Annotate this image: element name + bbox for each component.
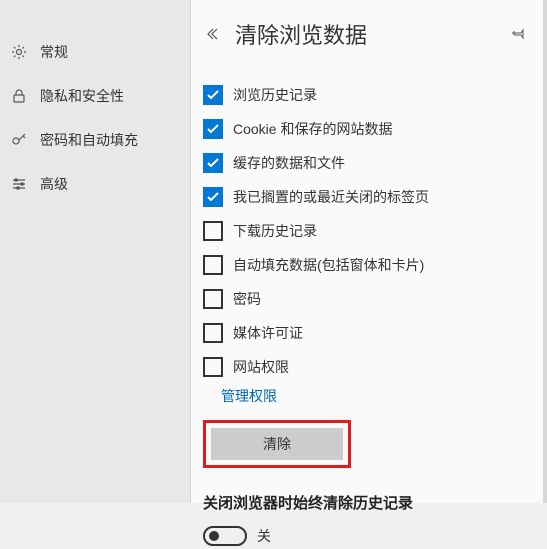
checkbox-row[interactable]: 媒体许可证 (203, 316, 535, 350)
checkbox[interactable] (203, 289, 223, 309)
main-panel: 清除浏览数据 浏览历史记录 Cookie 和保存的网站数据缓存的数据和文件我已搁置… (190, 0, 547, 503)
sidebar-item-label: 常规 (40, 42, 68, 62)
checkbox-row[interactable]: 网站权限 (203, 350, 535, 384)
key-icon (10, 131, 28, 149)
panel-header: 清除浏览数据 (191, 0, 547, 70)
checkbox-label: 自动填充数据(包括窗体和卡片) (233, 255, 424, 275)
checkbox-row[interactable]: 密码 (203, 282, 535, 316)
checkbox[interactable] (203, 85, 223, 105)
gear-icon (10, 43, 28, 61)
checkbox[interactable] (203, 357, 223, 377)
checkbox[interactable] (203, 221, 223, 241)
checkbox-row[interactable]: 下载历史记录 (203, 214, 535, 248)
sidebar-item-passwords[interactable]: 密码和自动填充 (0, 118, 190, 162)
checkbox-row[interactable]: 浏览历史记录 (203, 78, 535, 112)
checkbox-label: 密码 (233, 289, 261, 309)
sidebar-item-general[interactable]: 常规 (0, 30, 190, 74)
settings-sidebar: 常规 隐私和安全性 密码和自动填充 高级 (0, 0, 190, 503)
checkbox-label: 浏览历史记录 (233, 85, 317, 105)
checkbox-label: Cookie 和保存的网站数据 (233, 119, 392, 139)
checkbox[interactable] (203, 119, 223, 139)
panel-title: 清除浏览数据 (235, 18, 509, 50)
toggle-knob (209, 531, 219, 541)
checkbox[interactable] (203, 255, 223, 275)
auto-clear-toggle-row: 关 (191, 523, 547, 549)
sidebar-item-label: 密码和自动填充 (40, 130, 138, 150)
checkbox-row[interactable]: 我已搁置的或最近关闭的标签页 (203, 180, 535, 214)
back-button[interactable] (203, 24, 225, 44)
sidebar-item-advanced[interactable]: 高级 (0, 162, 190, 206)
sliders-icon (10, 175, 28, 193)
auto-clear-section-title: 关闭浏览器时始终清除历史记录 (191, 484, 547, 523)
clear-button[interactable]: 清除 (211, 428, 343, 460)
clear-options-list: 浏览历史记录 Cookie 和保存的网站数据缓存的数据和文件我已搁置的或最近关闭的… (191, 70, 547, 384)
checkbox-row[interactable]: 自动填充数据(包括窗体和卡片) (203, 248, 535, 282)
sidebar-item-label: 隐私和安全性 (40, 86, 124, 106)
checkbox[interactable] (203, 153, 223, 173)
checkbox-row[interactable]: Cookie 和保存的网站数据 (203, 112, 535, 146)
sidebar-item-privacy[interactable]: 隐私和安全性 (0, 74, 190, 118)
pin-icon[interactable] (509, 24, 529, 44)
checkbox-label: 缓存的数据和文件 (233, 153, 345, 173)
auto-clear-toggle[interactable] (203, 526, 247, 546)
checkbox[interactable] (203, 323, 223, 343)
lock-icon (10, 87, 28, 105)
checkbox-label: 下载历史记录 (233, 221, 317, 241)
checkbox-label: 网站权限 (233, 357, 289, 377)
scrollbar[interactable] (543, 0, 547, 503)
toggle-state-label: 关 (257, 526, 271, 546)
checkbox-label: 媒体许可证 (233, 323, 303, 343)
checkbox-label: 我已搁置的或最近关闭的标签页 (233, 187, 429, 207)
checkbox-row[interactable]: 缓存的数据和文件 (203, 146, 535, 180)
clear-button-highlight: 清除 (203, 420, 351, 468)
manage-permissions-link[interactable]: 管理权限 (191, 386, 547, 406)
checkbox[interactable] (203, 187, 223, 207)
sidebar-item-label: 高级 (40, 174, 68, 194)
